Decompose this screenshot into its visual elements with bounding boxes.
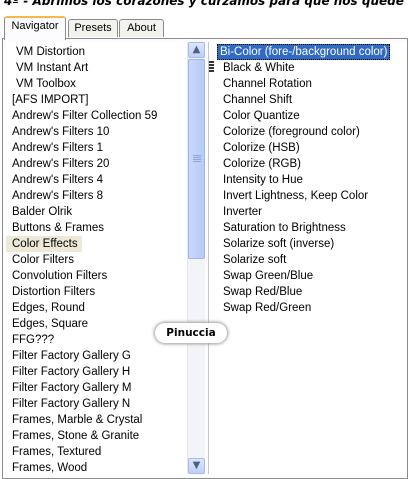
filter-item[interactable]: Colorize (HSB) — [217, 140, 300, 156]
category-item[interactable]: Edges, Square — [6, 316, 88, 332]
filter-item[interactable]: Colorize (RGB) — [217, 156, 301, 172]
filter-item[interactable]: Solarize soft — [217, 252, 286, 268]
scroll-thumb[interactable] — [188, 59, 205, 259]
tab-about[interactable]: About — [119, 19, 164, 37]
filter-item[interactable]: Saturation to Brightness — [217, 220, 346, 236]
category-item[interactable]: Convolution Filters — [6, 268, 107, 284]
category-item[interactable]: Buttons & Frames — [6, 220, 104, 236]
category-item[interactable]: Filter Factory Gallery G — [6, 348, 131, 364]
tab-bar: Navigator Presets About — [2, 14, 407, 40]
filter-item[interactable]: Solarize soft (inverse) — [217, 236, 334, 252]
watermark: Pinuccia — [155, 323, 227, 343]
filter-item[interactable]: Channel Shift — [217, 92, 292, 108]
drag-handle-icon[interactable] — [209, 61, 214, 72]
category-item[interactable]: Filter Factory Gallery H — [6, 364, 130, 380]
category-item[interactable]: [AFS IMPORT] — [6, 92, 88, 108]
header-text: 4º - Abrimos los corazones y curzamos pa… — [4, 0, 404, 8]
tab-navigator[interactable]: Navigator — [4, 16, 66, 40]
filter-list[interactable]: Bi-Color (fore-/background color) Black &… — [208, 42, 406, 474]
scroll-down-arrow-icon[interactable]: ▼ — [188, 458, 205, 474]
category-item[interactable]: Frames, Wood — [6, 460, 87, 474]
filter-item[interactable]: Colorize (foreground color) — [217, 124, 360, 140]
category-item[interactable]: Frames, Marble & Crystal — [6, 412, 142, 428]
category-item[interactable]: Frames, Stone & Granite — [6, 428, 139, 444]
filter-item[interactable]: Swap Green/Blue — [217, 268, 313, 284]
category-item[interactable]: VM Distortion — [6, 44, 85, 60]
category-item[interactable]: Distortion Filters — [6, 284, 95, 300]
filter-item[interactable]: Intensity to Hue — [217, 172, 303, 188]
filter-item[interactable]: Black & White — [217, 60, 295, 76]
category-item[interactable]: Andrew's Filters 1 — [6, 140, 103, 156]
header-instruction-text: 4º - Abrimos los corazones y curzamos pa… — [0, 0, 409, 14]
filter-item[interactable]: Swap Red/Green — [217, 300, 311, 316]
navigator-panel: VM Distortion VM Instant Art VM Toolbox [AF… — [2, 38, 408, 479]
tab-presets[interactable]: Presets — [68, 19, 118, 37]
category-item[interactable]: FFG??? — [6, 332, 54, 348]
filter-item[interactable]: Color Quantize — [217, 108, 300, 124]
category-item[interactable]: Frames, Textured — [6, 444, 101, 460]
category-item[interactable]: VM Instant Art — [6, 60, 88, 76]
category-item[interactable]: Color Effects — [6, 236, 82, 252]
category-item[interactable]: Color Filters — [6, 252, 74, 268]
category-item[interactable]: Andrew's Filter Collection 59 — [6, 108, 157, 124]
category-item[interactable]: Balder Olrik — [6, 204, 72, 220]
category-item[interactable]: VM Toolbox — [6, 76, 76, 92]
category-item[interactable]: Filter Factory Gallery N — [6, 396, 130, 412]
category-item[interactable]: Filter Factory Gallery M — [6, 380, 132, 396]
category-item[interactable]: Andrew's Filters 20 — [6, 156, 109, 172]
category-item[interactable]: Andrew's Filters 8 — [6, 188, 103, 204]
grip-icon — [193, 155, 201, 163]
filter-item[interactable]: Swap Red/Blue — [217, 284, 302, 300]
category-item[interactable]: Edges, Round — [6, 300, 85, 316]
category-scrollbar[interactable]: ▲ ▼ — [187, 42, 205, 474]
filter-item[interactable]: Invert Lightness, Keep Color — [217, 188, 368, 204]
scroll-up-arrow-icon[interactable]: ▲ — [188, 42, 205, 58]
filter-item[interactable]: Channel Rotation — [217, 76, 312, 92]
category-item[interactable]: Andrew's Filters 4 — [6, 172, 103, 188]
filter-item[interactable]: Bi-Color (fore-/background color) — [217, 44, 391, 60]
category-item[interactable]: Andrew's Filters 10 — [6, 124, 109, 140]
category-list[interactable]: VM Distortion VM Instant Art VM Toolbox [AF… — [6, 42, 188, 474]
filter-item[interactable]: Inverter — [217, 204, 262, 220]
